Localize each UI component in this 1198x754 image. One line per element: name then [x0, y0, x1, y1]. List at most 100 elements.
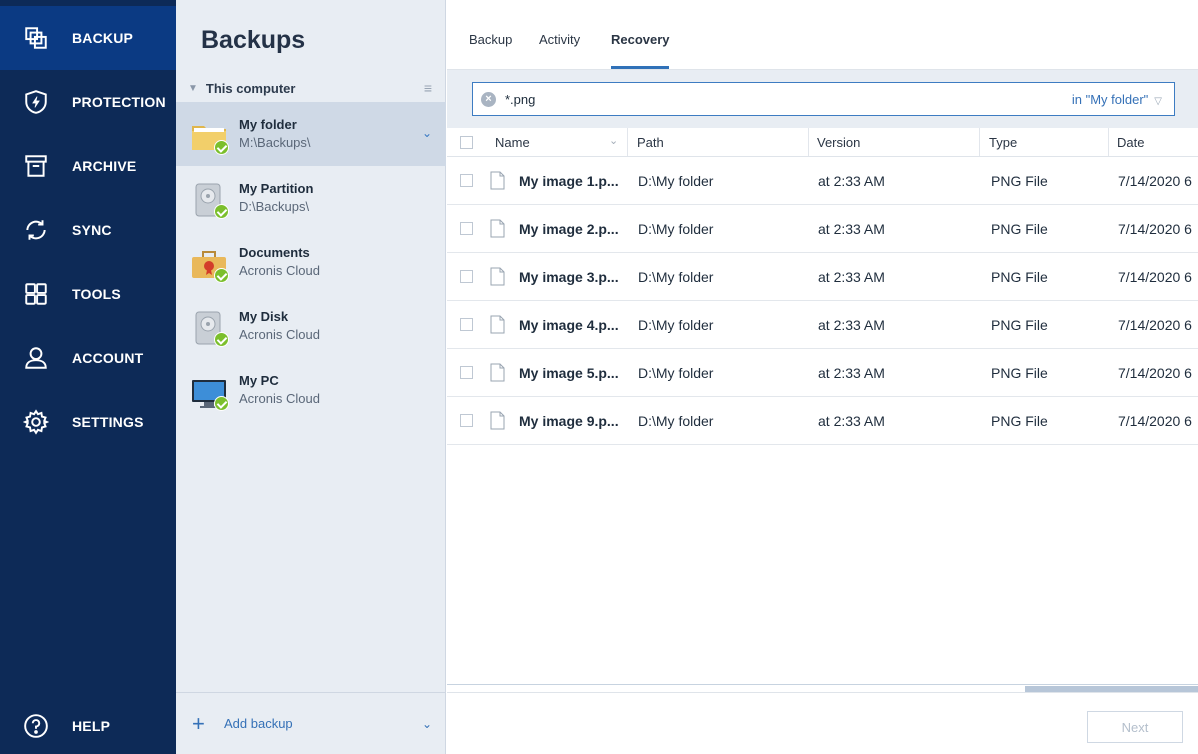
check-icon [214, 268, 229, 283]
table-row[interactable]: My image 3.p... D:\My folder at 2:33 AM … [447, 253, 1198, 301]
nav-item-settings[interactable]: SETTINGS [0, 390, 176, 454]
search-input[interactable] [505, 89, 1005, 109]
nav-item-help[interactable]: HELP [0, 694, 176, 754]
chevron-down-icon[interactable]: ⌄ [422, 126, 432, 140]
clear-icon[interactable]: × [481, 92, 496, 107]
select-all-checkbox[interactable] [460, 136, 473, 149]
file-name: My image 5.p... [519, 365, 619, 381]
nav-item-tools[interactable]: TOOLS [0, 262, 176, 326]
file-version: at 2:33 AM [818, 221, 885, 237]
column-header-path[interactable]: Path [637, 135, 664, 150]
main-content: Backup Activity Recovery × in "My folder… [447, 0, 1198, 754]
add-backup-button[interactable]: + Add backup ⌄ [176, 692, 446, 754]
row-checkbox[interactable] [460, 222, 473, 235]
file-date: 7/14/2020 6 [1118, 317, 1192, 333]
row-checkbox[interactable] [460, 318, 473, 331]
row-checkbox[interactable] [460, 270, 473, 283]
tools-icon [0, 262, 72, 326]
nav-item-sync[interactable]: SYNC [0, 198, 176, 262]
backups-panel: Backups ▼ This computer ≡ My folder M:\B… [176, 0, 446, 754]
sync-icon [0, 198, 72, 262]
backup-item-my-disk[interactable]: My Disk Acronis Cloud [176, 294, 446, 358]
group-this-computer[interactable]: ▼ This computer ≡ [176, 74, 446, 102]
file-type: PNG File [991, 317, 1048, 333]
file-type: PNG File [991, 365, 1048, 381]
nav-item-archive[interactable]: ARCHIVE [0, 134, 176, 198]
row-checkbox[interactable] [460, 366, 473, 379]
chevron-down-icon[interactable]: ⌄ [422, 717, 432, 731]
column-divider[interactable] [627, 128, 628, 156]
column-divider[interactable] [808, 128, 809, 156]
horizontal-scrollbar[interactable] [447, 684, 1198, 692]
gear-icon [0, 390, 72, 454]
table-row[interactable]: My image 4.p... D:\My folder at 2:33 AM … [447, 301, 1198, 349]
archive-icon [0, 134, 72, 198]
backup-item-my-folder[interactable]: My folder M:\Backups\ ⌄ [176, 102, 446, 166]
tab-activity[interactable]: Activity [539, 32, 580, 47]
file-path: D:\My folder [638, 317, 714, 333]
file-path: D:\My folder [638, 269, 714, 285]
table-row[interactable]: My image 1.p... D:\My folder at 2:33 AM … [447, 157, 1198, 205]
file-path: D:\My folder [638, 173, 714, 189]
backup-location: Acronis Cloud [239, 263, 320, 278]
check-icon [214, 204, 229, 219]
file-name: My image 3.p... [519, 269, 619, 285]
backup-location: Acronis Cloud [239, 391, 320, 406]
file-name: My image 1.p... [519, 173, 619, 189]
file-date: 7/14/2020 6 [1118, 269, 1192, 285]
column-divider[interactable] [1108, 128, 1109, 156]
nav-label: HELP [72, 718, 111, 734]
row-checkbox[interactable] [460, 174, 473, 187]
column-header-name[interactable]: Name [495, 135, 530, 150]
column-header-type[interactable]: Type [989, 135, 1017, 150]
column-header-version[interactable]: Version [817, 135, 860, 150]
shield-icon [0, 70, 72, 134]
sort-chevron-icon[interactable]: ⌄ [609, 134, 618, 147]
table-row[interactable]: My image 2.p... D:\My folder at 2:33 AM … [447, 205, 1198, 253]
next-button[interactable]: Next [1087, 711, 1183, 743]
backup-icon [0, 6, 72, 70]
row-checkbox[interactable] [460, 414, 473, 427]
backup-item-my-pc[interactable]: My PC Acronis Cloud [176, 358, 446, 422]
file-icon [490, 315, 505, 334]
table-row[interactable]: My image 5.p... D:\My folder at 2:33 AM … [447, 349, 1198, 397]
file-icon [490, 363, 505, 382]
backup-name: My PC [239, 373, 279, 388]
column-divider[interactable] [979, 128, 980, 156]
filter-bar: × in "My folder" ▽ [447, 70, 1198, 128]
file-icon [490, 171, 505, 190]
file-name: My image 4.p... [519, 317, 619, 333]
nav-item-protection[interactable]: PROTECTION [0, 70, 176, 134]
hamburger-icon[interactable]: ≡ [424, 80, 432, 96]
file-date: 7/14/2020 6 [1118, 221, 1192, 237]
file-type: PNG File [991, 173, 1048, 189]
backup-item-my-partition[interactable]: My Partition D:\Backups\ [176, 166, 446, 230]
tab-backup[interactable]: Backup [469, 32, 512, 47]
check-icon [214, 332, 229, 347]
backup-location: D:\Backups\ [239, 199, 310, 214]
file-version: at 2:33 AM [818, 413, 885, 429]
add-backup-label: Add backup [224, 716, 293, 731]
file-date: 7/14/2020 6 [1118, 365, 1192, 381]
file-type: PNG File [991, 413, 1048, 429]
search-scope-dropdown[interactable]: in "My folder" ▽ [1072, 92, 1162, 107]
file-icon [490, 219, 505, 238]
backup-item-documents[interactable]: Documents Acronis Cloud [176, 230, 446, 294]
backup-location: Acronis Cloud [239, 327, 320, 342]
nav-item-backup[interactable]: BACKUP [0, 6, 176, 70]
file-version: at 2:33 AM [818, 269, 885, 285]
file-type: PNG File [991, 221, 1048, 237]
file-path: D:\My folder [638, 221, 714, 237]
nav-label: TOOLS [72, 286, 121, 302]
nav-item-account[interactable]: ACCOUNT [0, 326, 176, 390]
backup-name: My folder [239, 117, 297, 132]
file-path: D:\My folder [638, 365, 714, 381]
backup-location: M:\Backups\ [239, 135, 311, 150]
file-type: PNG File [991, 269, 1048, 285]
nav-label: BACKUP [72, 30, 134, 46]
tab-recovery[interactable]: Recovery [611, 32, 670, 47]
table-row[interactable]: My image 9.p... D:\My folder at 2:33 AM … [447, 397, 1198, 445]
column-header-date[interactable]: Date [1117, 135, 1144, 150]
account-icon [0, 326, 72, 390]
file-version: at 2:33 AM [818, 317, 885, 333]
